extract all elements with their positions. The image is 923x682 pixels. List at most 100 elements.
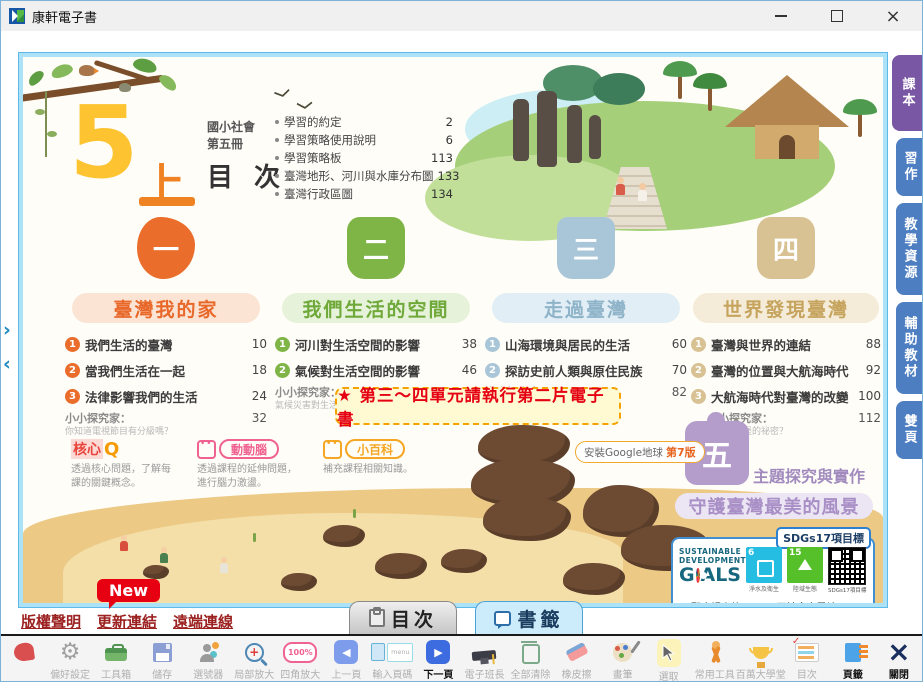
grade-number: 5 [69, 95, 139, 190]
entry-label: 探訪史前人類與原住民族 [505, 361, 672, 380]
front-matter-label: 學習策略板 [284, 150, 427, 166]
bottom-tab-bookmark[interactable]: 書籤 [475, 601, 583, 634]
sdg-tile-number: 6 [748, 548, 754, 558]
front-matter-page: 2 [446, 115, 453, 129]
side-tab-bar: 課本 習作 教學資源 輔助教材 雙頁 [892, 55, 922, 466]
chat-icon [13, 642, 35, 663]
entry-label: 河川對生活空間的影響 [295, 335, 462, 354]
qr-caption: SDGs17項目標 [828, 586, 866, 594]
entry-page: 100 [858, 389, 881, 403]
stone-statue-shape [537, 91, 557, 167]
rock-shape [323, 525, 365, 547]
front-matter-page: 133 [438, 169, 460, 183]
toolbar-item-corner-zoom[interactable]: 100%四角放大 [277, 636, 323, 681]
toc-entry: 2氣候對生活空間的影響46 [275, 357, 477, 383]
toolbar-item-label: 目次 [797, 666, 817, 681]
scholar-face-icon [323, 440, 342, 459]
toolbar-item-number-picker[interactable]: 選號器 [185, 636, 231, 681]
side-tab-two-page[interactable]: 雙頁 [896, 401, 922, 459]
maximize-button[interactable] [826, 6, 848, 26]
zoom-100-icon: 100% [283, 642, 317, 663]
legend-block: 核心Q 透過核心問題，了解每課的關鍵概念。 動動腦 透過課程的延伸問題，進行腦力… [71, 439, 431, 491]
rock-shape [563, 563, 625, 595]
leaf-shape [157, 72, 179, 93]
side-tab-teaching-resources[interactable]: 教學資源 [896, 203, 922, 295]
toolbar-item-page-input[interactable]: menu輸入頁碼 [369, 636, 415, 681]
toolbar-item-close[interactable]: ×關閉 [876, 636, 922, 681]
side-tab-supplementary[interactable]: 輔助教材 [896, 302, 922, 394]
toolbar-item-label: 橡皮擦 [562, 666, 592, 681]
toolbar-item-label: 頁籤 [843, 666, 863, 681]
tree-icon [798, 559, 812, 570]
rock-shape [375, 553, 427, 579]
palette-icon [613, 643, 632, 662]
walking-figure [159, 547, 169, 563]
toolbar-item-quiz-show[interactable]: 百萬大學堂 [738, 636, 784, 681]
toolbar-item-toc[interactable]: 目次 [784, 636, 830, 681]
entry-number: 2 [65, 363, 80, 378]
toolbar-item-page-tabs[interactable]: 頁籤 [830, 636, 876, 681]
next-page-icon: ▶ [426, 640, 450, 664]
sdg-tile-6: 6 淨水及衛生 [746, 547, 782, 593]
toolbar-item-toolbox[interactable]: 工具箱 [93, 636, 139, 681]
unit-1-block: 一 臺灣我的家 1我們生活的臺灣10 2當我們生活在一起18 3法律影響我們的生… [65, 217, 267, 438]
legend-brain: 動動腦 透過課程的延伸問題，進行腦力激盪。 [197, 439, 305, 491]
notice-banner: ★ 第三～四單元請執行第二片電子書 [335, 387, 621, 425]
toolbar-item-clear-all[interactable]: 全部清除 [508, 636, 554, 681]
legend-core: 核心Q 透過核心問題，了解每課的關鍵概念。 [71, 439, 179, 491]
google-earth-badge[interactable]: 安裝Google地球 第7版 [575, 441, 705, 463]
sdg-wheel-icon [696, 568, 700, 583]
front-matter-label: 臺灣行政區圖 [284, 186, 427, 202]
save-icon [153, 643, 172, 662]
palm-tree-shape [843, 99, 877, 133]
toolbar-item-chat[interactable] [1, 636, 47, 666]
toolbar-item-label: 電子班長 [464, 666, 504, 681]
sdg-tile-caption: 陸域生態 [787, 584, 823, 593]
eraser-icon [565, 642, 588, 662]
toolbar-item-preferences[interactable]: ⚙偏好設定 [47, 636, 93, 681]
toolbar-item-partial-zoom[interactable]: +局部放大 [231, 636, 277, 681]
toolbar-item-prev-page[interactable]: ◀上一頁 [323, 636, 369, 681]
toolbar-item-common-tools[interactable]: 常用工具 [692, 636, 738, 681]
toc-entry: 3大航海時代對臺灣的改變100 [691, 383, 881, 409]
chevron-left-icon[interactable]: ‹ [3, 353, 11, 375]
toolbar-item-eraser[interactable]: 橡皮擦 [554, 636, 600, 681]
toolbar-item-save[interactable]: 儲存 [139, 636, 185, 681]
minimize-button[interactable] [770, 6, 792, 26]
update-link[interactable]: 更新連結 [97, 611, 157, 632]
chevron-right-icon[interactable]: › [3, 319, 11, 341]
toolbar-item-label: 上一頁 [331, 666, 361, 681]
grass-shape [253, 533, 256, 542]
sdg-tile-caption: 淨水及衛生 [746, 584, 782, 593]
side-tab-workbook[interactable]: 習作 [896, 138, 922, 196]
bullet-icon [275, 120, 279, 124]
rock-shape [483, 497, 571, 541]
entry-label: 臺灣與世界的連結 [711, 335, 866, 354]
side-tab-textbook[interactable]: 課本 [892, 55, 922, 131]
google-earth-label: 安裝Google地球 [584, 445, 663, 460]
clipboard-icon [369, 609, 385, 627]
toolbar-item-label: 關閉 [889, 666, 909, 681]
remote-link[interactable]: 遠端連線 [173, 611, 233, 632]
list-item: 學習策略使用說明6 [275, 131, 453, 149]
close-window-button[interactable]: × [882, 6, 904, 26]
sdg-17-goals-button[interactable]: SDGs17項目標 [776, 527, 871, 549]
toolbar-item-select[interactable]: 選取 [646, 636, 692, 682]
legend-desc: 補充課程相關知識。 [323, 463, 431, 477]
toolbar-item-label: 選號器 [193, 666, 223, 681]
entry-page: 46 [462, 363, 477, 377]
content-area: ﹀ ﹀ [1, 31, 922, 634]
entry-label: 山海環境與居民的生活 [505, 335, 672, 354]
explorer-page: 32 [252, 411, 267, 425]
toolbar-item-next-page[interactable]: ▶下一頁 [415, 636, 461, 681]
sdg-goals-g: G [679, 565, 695, 585]
toc-entry: 2當我們生活在一起18 [65, 357, 267, 383]
bottom-tab-toc[interactable]: 目次 [349, 601, 457, 634]
compass-icon [705, 643, 725, 663]
toolbar-item-e-captain[interactable]: 電子班長 [461, 636, 507, 681]
sdg-word-line: SUSTAINABLE [679, 547, 741, 556]
sdg-qr-block: SDGs17項目標 [828, 547, 866, 594]
copyright-link[interactable]: 版權聲明 [21, 611, 81, 632]
unit-4-block: 四 世界發現臺灣 1臺灣與世界的連結88 2臺灣的位置與大航海時代92 3大航海… [691, 217, 881, 438]
toolbar-item-pen[interactable]: 畫筆 [600, 636, 646, 681]
